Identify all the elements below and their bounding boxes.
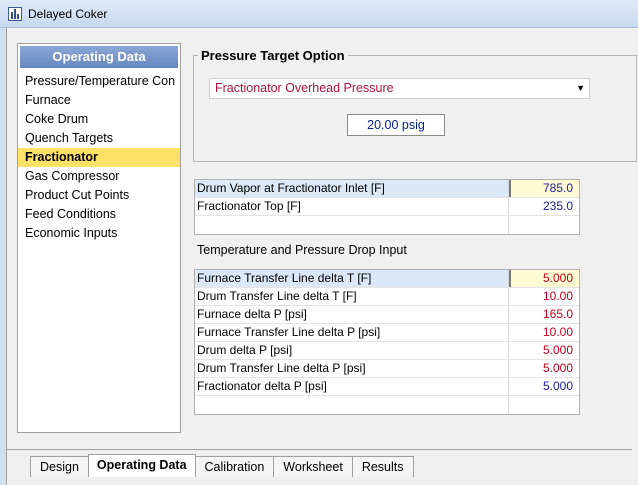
table-row: Drum delta P [psi] 5.000 [195, 342, 579, 360]
sidebar-item-quench-targets[interactable]: Quench Targets [18, 129, 180, 148]
row-value-input[interactable]: 165.0 [509, 306, 579, 323]
row-label: Fractionator Top [F] [195, 198, 509, 215]
window-title: Delayed Coker [28, 7, 108, 21]
row-value-input[interactable] [509, 396, 579, 414]
tab-worksheet[interactable]: Worksheet [273, 456, 353, 477]
row-label: Drum Vapor at Fractionator Inlet [F] [195, 180, 509, 197]
sidebar: Operating Data Pressure/Temperature Con … [17, 43, 181, 433]
tab-strip: Design Operating Data Calibration Worksh… [30, 454, 414, 477]
pressure-target-select-value: Fractionator Overhead Pressure [215, 81, 394, 95]
row-label [195, 396, 509, 414]
table-row: Furnace Transfer Line delta T [F] 5.000 [195, 270, 579, 288]
tab-strip-line [6, 449, 632, 450]
table-row: Drum Vapor at Fractionator Inlet [F] 785… [195, 180, 579, 198]
pressure-value-field[interactable]: 20.00 psig [347, 114, 445, 136]
pressure-target-title: Pressure Target Option [198, 48, 348, 63]
pressure-target-select[interactable]: Fractionator Overhead Pressure ▼ [209, 78, 590, 99]
tab-results[interactable]: Results [351, 456, 414, 477]
row-label: Drum Transfer Line delta P [psi] [195, 360, 509, 377]
tab-design[interactable]: Design [30, 456, 89, 477]
row-label: Fractionator delta P [psi] [195, 378, 509, 395]
sidebar-item-economic-inputs[interactable]: Economic Inputs [18, 224, 180, 243]
row-value-input[interactable]: 10.00 [509, 288, 579, 305]
app-icon [8, 7, 22, 21]
sidebar-item-pressure-temperature[interactable]: Pressure/Temperature Con [18, 72, 180, 91]
row-value-input[interactable]: 5.000 [509, 342, 579, 359]
row-value-input[interactable]: 5.000 [509, 378, 579, 395]
sidebar-item-coke-drum[interactable]: Coke Drum [18, 110, 180, 129]
table-row: Furnace Transfer Line delta P [psi] 10.0… [195, 324, 579, 342]
row-value-input[interactable]: 785.0 [509, 180, 579, 197]
sidebar-item-feed-conditions[interactable]: Feed Conditions [18, 205, 180, 224]
row-label: Furnace Transfer Line delta T [F] [195, 270, 509, 287]
table-row: Fractionator delta P [psi] 5.000 [195, 378, 579, 396]
table-row: Fractionator Top [F] 235.0 [195, 198, 579, 216]
row-value-input[interactable]: 10.00 [509, 324, 579, 341]
section-title: Temperature and Pressure Drop Input [197, 243, 407, 257]
table-row [195, 216, 579, 234]
pressure-target-group [193, 55, 637, 162]
table-row: Drum Transfer Line delta P [psi] 5.000 [195, 360, 579, 378]
tab-operating-data[interactable]: Operating Data [87, 454, 196, 477]
sidebar-item-gas-compressor[interactable]: Gas Compressor [18, 167, 180, 186]
table-row [195, 396, 579, 414]
row-label: Furnace Transfer Line delta P [psi] [195, 324, 509, 341]
row-label: Drum Transfer Line delta T [F] [195, 288, 509, 305]
sidebar-item-product-cut-points[interactable]: Product Cut Points [18, 186, 180, 205]
row-value-input[interactable]: 5.000 [509, 270, 579, 287]
tab-calibration[interactable]: Calibration [194, 456, 275, 477]
pressure-drop-grid: Furnace Transfer Line delta T [F] 5.000 … [194, 269, 580, 415]
row-label: Drum delta P [psi] [195, 342, 509, 359]
row-value-input[interactable]: 5.000 [509, 360, 579, 377]
sidebar-item-fractionator[interactable]: Fractionator [18, 148, 180, 167]
chevron-down-icon[interactable]: ▼ [576, 79, 585, 98]
row-value-input[interactable]: 235.0 [509, 198, 579, 215]
fractionator-temperature-grid: Drum Vapor at Fractionator Inlet [F] 785… [194, 179, 580, 235]
title-bar: Delayed Coker [0, 0, 638, 28]
row-value-input[interactable] [509, 216, 579, 234]
sidebar-header: Operating Data [20, 46, 178, 68]
table-row: Drum Transfer Line delta T [F] 10.00 [195, 288, 579, 306]
row-label [195, 216, 509, 234]
sidebar-item-furnace[interactable]: Furnace [18, 91, 180, 110]
table-row: Furnace delta P [psi] 165.0 [195, 306, 579, 324]
row-label: Furnace delta P [psi] [195, 306, 509, 323]
